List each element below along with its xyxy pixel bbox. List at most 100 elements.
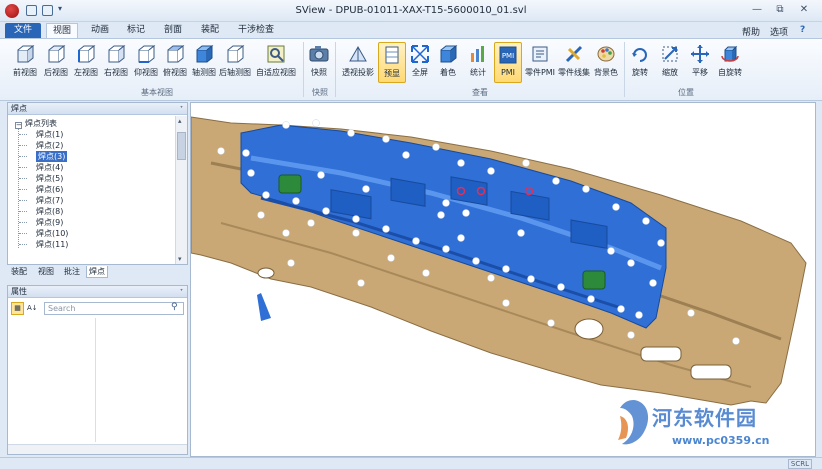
green-clip-part[interactable] <box>582 270 606 290</box>
weld-point-marker[interactable] <box>247 169 255 177</box>
scroll-down-icon[interactable]: ▾ <box>178 255 182 263</box>
tab-weld-panel[interactable]: 焊点 <box>86 266 108 278</box>
fit-view-button[interactable]: 自适应视图 <box>254 42 298 83</box>
perspective-button[interactable]: 透视投影 <box>339 42 377 83</box>
tab-view[interactable]: 视图 <box>46 23 79 38</box>
weld-point-marker[interactable] <box>462 209 470 217</box>
weld-list-item[interactable]: 焊点(5) <box>36 173 63 184</box>
weld-point-marker[interactable] <box>412 237 420 245</box>
weld-point-marker[interactable] <box>582 185 590 193</box>
tree-collapse-icon[interactable]: − <box>15 122 22 129</box>
weld-point-marker[interactable] <box>317 171 325 179</box>
weld-point-marker[interactable] <box>382 135 390 143</box>
weld-point-marker[interactable] <box>347 129 355 137</box>
weld-point-marker[interactable] <box>607 247 615 255</box>
weld-point-marker[interactable] <box>547 319 555 327</box>
weld-point-marker[interactable] <box>312 119 320 127</box>
back-iso-view-button[interactable]: 后轴测图 <box>218 42 252 83</box>
weld-list-item[interactable]: 焊点(3) <box>36 151 68 162</box>
help-icon[interactable]: ? <box>800 25 805 35</box>
shading-button[interactable]: 着色 <box>436 42 460 83</box>
weld-list-item[interactable]: 焊点(8) <box>36 206 63 217</box>
weld-point-marker[interactable] <box>642 217 650 225</box>
tab-interference[interactable]: 干涉检查 <box>232 23 280 38</box>
tab-markup[interactable]: 标记 <box>121 23 151 38</box>
weld-list-item[interactable]: 焊点(6) <box>36 184 63 195</box>
weld-point-marker[interactable] <box>502 299 510 307</box>
weld-point-marker[interactable] <box>262 191 270 199</box>
close-button[interactable]: ✕ <box>797 4 811 16</box>
right-view-button[interactable]: 右视图 <box>102 42 130 83</box>
pan-button[interactable]: 平移 <box>686 42 714 83</box>
weld-list-item[interactable]: 焊点(10) <box>36 228 68 239</box>
weld-list-item[interactable]: 焊点(7) <box>36 195 63 206</box>
preview-button[interactable]: 预显 <box>378 42 406 83</box>
weld-list-scrollbar[interactable]: ▴ ▾ <box>175 116 187 264</box>
tab-view-panel[interactable]: 视图 <box>36 266 56 278</box>
scrollbar-thumb[interactable] <box>177 132 186 160</box>
weld-point-marker[interactable] <box>502 265 510 273</box>
tab-section[interactable]: 剖面 <box>158 23 188 38</box>
weld-point-marker[interactable] <box>557 283 565 291</box>
weld-point-marker[interactable] <box>322 207 330 215</box>
tab-annotation-panel[interactable]: 批注 <box>62 266 82 278</box>
weld-point-marker[interactable] <box>362 185 370 193</box>
weld-list-item[interactable]: 焊点(9) <box>36 217 63 228</box>
statistics-button[interactable]: 统计 <box>466 42 490 83</box>
left-view-button[interactable]: 左视图 <box>72 42 100 83</box>
rotate-button[interactable]: 旋转 <box>628 42 652 83</box>
front-view-button[interactable]: 前视图 <box>12 42 38 83</box>
weld-point-marker[interactable] <box>257 211 265 219</box>
tab-file[interactable]: 文件 <box>5 23 41 38</box>
help-menu[interactable]: 帮助 <box>742 25 760 38</box>
top-view-button[interactable]: 俯视图 <box>161 42 189 83</box>
weld-point-marker[interactable] <box>472 257 480 265</box>
pin-icon[interactable]: ᐩ <box>180 286 183 297</box>
weld-point-marker[interactable] <box>387 254 395 262</box>
weld-point-marker[interactable] <box>242 149 250 157</box>
weld-point-marker[interactable] <box>282 229 290 237</box>
weld-point-marker[interactable] <box>402 151 410 159</box>
weld-point-marker[interactable] <box>487 274 495 282</box>
part-lineset-button[interactable]: 零件线集 <box>558 42 590 83</box>
auto-rotate-button[interactable]: 自旋转 <box>716 42 744 83</box>
restore-button[interactable]: ⧉ <box>773 4 787 16</box>
search-icon[interactable]: ⚲ <box>171 302 178 312</box>
zoom-button[interactable]: 缩放 <box>656 42 684 83</box>
weld-point-marker[interactable] <box>282 121 290 129</box>
weld-point-marker[interactable] <box>382 225 390 233</box>
weld-point-marker[interactable] <box>635 311 643 319</box>
scroll-up-icon[interactable]: ▴ <box>178 117 182 125</box>
back-view-button[interactable]: 后视图 <box>42 42 70 83</box>
green-clip-part[interactable] <box>278 174 302 194</box>
weld-list-root[interactable]: 焊点列表 <box>25 118 57 129</box>
weld-point-marker[interactable] <box>617 305 625 313</box>
weld-point-marker[interactable] <box>307 219 315 227</box>
weld-list-item[interactable]: 焊点(4) <box>36 162 63 173</box>
snapshot-button[interactable]: 快照 <box>307 42 331 83</box>
weld-point-marker[interactable] <box>357 279 365 287</box>
weld-point-marker[interactable] <box>587 295 595 303</box>
weld-point-marker[interactable] <box>657 239 665 247</box>
minimize-button[interactable]: — <box>750 4 764 16</box>
weld-point-marker[interactable] <box>649 279 657 287</box>
weld-point-marker[interactable] <box>352 229 360 237</box>
tab-assembly-panel[interactable]: 装配 <box>9 266 29 278</box>
weld-point-marker[interactable] <box>422 269 430 277</box>
weld-point-marker[interactable] <box>442 199 450 207</box>
weld-point-marker[interactable] <box>437 211 445 219</box>
weld-point-marker[interactable] <box>687 309 695 317</box>
weld-point-marker[interactable] <box>627 331 635 339</box>
background-color-button[interactable]: 背景色 <box>592 42 620 83</box>
pin-icon[interactable]: ᐩ <box>180 103 183 114</box>
weld-point-marker[interactable] <box>352 215 360 223</box>
weld-point-marker[interactable] <box>517 229 525 237</box>
weld-point-marker[interactable] <box>627 259 635 267</box>
blue-tab-part[interactable] <box>257 293 271 321</box>
options-menu[interactable]: 选项 <box>770 25 788 38</box>
weld-point-marker[interactable] <box>292 197 300 205</box>
weld-list-item[interactable]: 焊点(11) <box>36 239 68 250</box>
fullscreen-button[interactable]: 全屏 <box>408 42 432 83</box>
weld-point-marker[interactable] <box>527 275 535 283</box>
weld-point-marker[interactable] <box>732 337 740 345</box>
